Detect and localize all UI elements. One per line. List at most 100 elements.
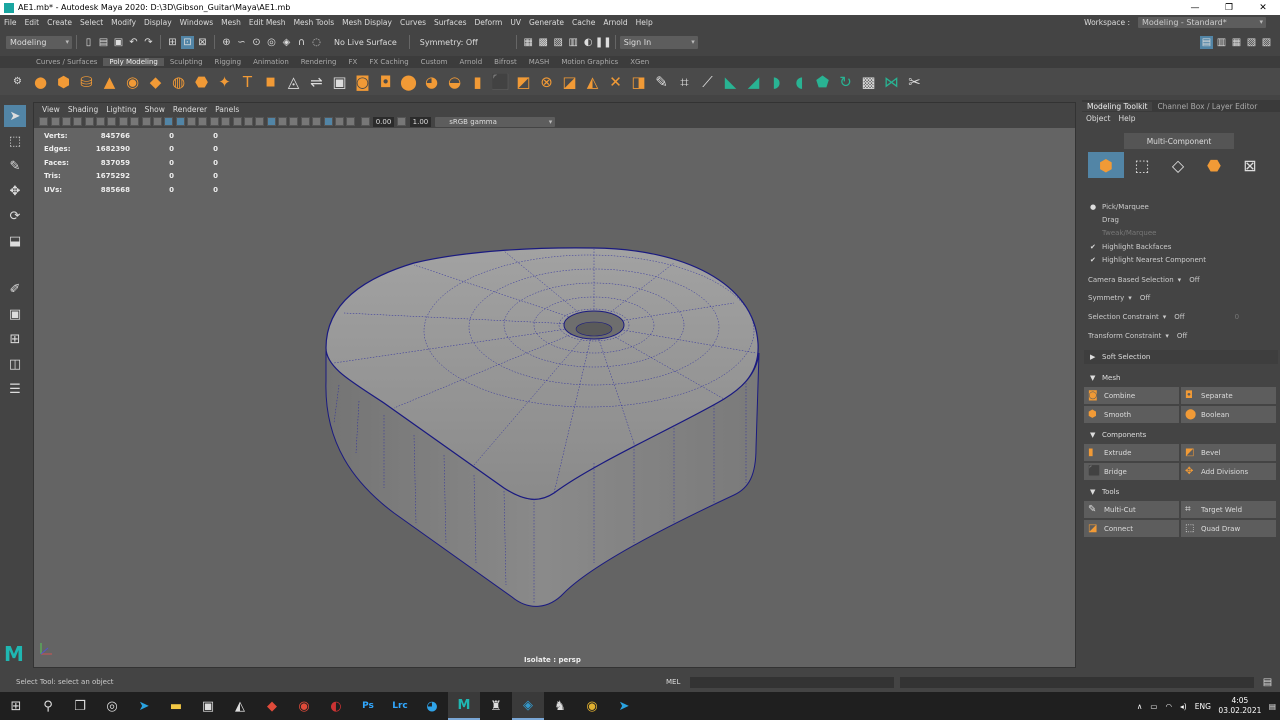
- script-editor-icon[interactable]: ▤: [1261, 676, 1274, 689]
- notifications-icon[interactable]: ▤: [1265, 702, 1280, 711]
- menu-help[interactable]: Help: [632, 18, 657, 27]
- close-button[interactable]: ✕: [1246, 3, 1280, 13]
- connect-button[interactable]: ◪ Connect: [1084, 520, 1179, 537]
- combine-shelf-icon[interactable]: ◙: [354, 73, 372, 91]
- photoshop-icon[interactable]: Ps: [352, 692, 384, 720]
- single-perspective-view-icon[interactable]: ▣: [4, 303, 26, 325]
- boolean-difference-icon[interactable]: ◕: [423, 73, 441, 91]
- tray-chevron-icon[interactable]: ∧: [1133, 702, 1147, 711]
- camera-based-selection-row[interactable]: Camera Based Selection ▾ Off: [1088, 276, 1276, 284]
- shelf-tab-poly-modeling[interactable]: Poly Modeling: [103, 58, 164, 66]
- svg-tool-icon[interactable]: ▆: [262, 73, 280, 91]
- red-app-icon[interactable]: ◆: [256, 692, 288, 720]
- pick-marquee-option[interactable]: ● Pick/Marquee: [1090, 203, 1149, 211]
- hypershade-icon[interactable]: ◐: [582, 36, 595, 49]
- vertex-mode-icon[interactable]: ⬚: [1124, 152, 1160, 178]
- separate-button[interactable]: ◘ Separate: [1181, 387, 1276, 404]
- menu-modify[interactable]: Modify: [107, 18, 140, 27]
- menu-display[interactable]: Display: [140, 18, 176, 27]
- select-object-icon[interactable]: ⊡: [181, 35, 194, 49]
- render-view-icon[interactable]: ▦: [522, 36, 535, 49]
- clock[interactable]: 4:05 03.02.2021: [1215, 696, 1265, 716]
- poly-cube-icon[interactable]: ⬢: [55, 73, 73, 91]
- boolean-intersection-icon[interactable]: ◒: [446, 73, 464, 91]
- shelf-tab-mash[interactable]: MASH: [523, 58, 556, 66]
- poly-plane-icon[interactable]: ◆: [147, 73, 165, 91]
- blue-app-icon[interactable]: ◈: [512, 692, 544, 720]
- task-view-icon[interactable]: ❐: [64, 692, 96, 720]
- mirror-icon[interactable]: ⇌: [308, 73, 326, 91]
- menu-mesh-display[interactable]: Mesh Display: [338, 18, 396, 27]
- mel-label[interactable]: MEL: [650, 678, 690, 686]
- shelf-tab-rigging[interactable]: Rigging: [209, 58, 248, 66]
- boolean-button[interactable]: ⬤ Boolean: [1181, 406, 1276, 423]
- highlight-nearest-checkbox[interactable]: ✔ Highlight Nearest Component: [1090, 256, 1206, 264]
- four-view-layout-icon[interactable]: ⊞: [4, 328, 26, 350]
- highlight-backfaces-checkbox[interactable]: ✔ Highlight Backfaces: [1090, 243, 1171, 251]
- fill-hole-icon[interactable]: ⊗: [538, 73, 556, 91]
- undo-icon[interactable]: ↶: [127, 36, 140, 49]
- bridge-button[interactable]: ⬛ Bridge: [1084, 463, 1179, 480]
- menu-generate[interactable]: Generate: [525, 18, 568, 27]
- quad-draw-button[interactable]: ⬚ Quad Draw: [1181, 520, 1276, 537]
- attribute-editor-icon[interactable]: ▥: [1215, 36, 1228, 49]
- menu-mesh-tools[interactable]: Mesh Tools: [290, 18, 339, 27]
- shelf-tab-custom[interactable]: Custom: [415, 58, 454, 66]
- tab-channel-box[interactable]: Channel Box / Layer Editor: [1152, 102, 1262, 111]
- select-tool-icon[interactable]: ➤: [4, 105, 26, 127]
- save-scene-icon[interactable]: ▣: [112, 36, 125, 49]
- collapse-icon[interactable]: ◨: [630, 73, 648, 91]
- multi-component-button[interactable]: Multi-Component: [1124, 133, 1234, 149]
- app-circle-icon[interactable]: ◎: [96, 692, 128, 720]
- render-settings-icon[interactable]: ▥: [567, 36, 580, 49]
- lightroom-icon[interactable]: Lrc: [384, 692, 416, 720]
- menu-create[interactable]: Create: [43, 18, 76, 27]
- tools-section[interactable]: ▼ Tools: [1084, 485, 1278, 499]
- toolkit-menu-object[interactable]: Object: [1082, 114, 1114, 123]
- snap-magnet-icon[interactable]: ∩: [295, 36, 308, 49]
- search-icon[interactable]: ⚲: [32, 692, 64, 720]
- menu-cache[interactable]: Cache: [568, 18, 599, 27]
- combine-button[interactable]: ◙ Combine: [1084, 387, 1179, 404]
- rotate-tool-icon[interactable]: ⟳: [4, 205, 26, 227]
- app-icon[interactable]: ▣: [192, 692, 224, 720]
- target-weld-shelf-icon[interactable]: ⌗: [676, 73, 694, 91]
- telegram-2-icon[interactable]: ➤: [608, 692, 640, 720]
- camera-uv-icon[interactable]: ⬟: [814, 73, 832, 91]
- smooth-proxy-icon[interactable]: ◬: [285, 73, 303, 91]
- outliner-layout-icon[interactable]: ☰: [4, 378, 26, 400]
- open-scene-icon[interactable]: ▤: [97, 36, 110, 49]
- menu-select[interactable]: Select: [76, 18, 107, 27]
- maximize-button[interactable]: ❐: [1212, 3, 1246, 13]
- volume-icon[interactable]: ◂): [1176, 702, 1191, 711]
- smooth-button[interactable]: ⬢ Smooth: [1084, 406, 1179, 423]
- viewport-persp[interactable]: View Shading Lighting Show Renderer Pane…: [33, 102, 1076, 668]
- bevel-button[interactable]: ◩ Bevel: [1181, 444, 1276, 461]
- mesh-section[interactable]: ▼ Mesh: [1084, 371, 1278, 385]
- mesh-model[interactable]: [34, 103, 1076, 668]
- uv-editor-icon[interactable]: ▩: [860, 73, 878, 91]
- unfold-uv-icon[interactable]: ↻: [837, 73, 855, 91]
- two-view-layout-icon[interactable]: ◫: [4, 353, 26, 375]
- snap-point-icon[interactable]: ⊙: [250, 36, 263, 49]
- soft-selection-section[interactable]: ▶ Soft Selection: [1084, 350, 1278, 364]
- snap-live-icon[interactable]: ◌: [310, 36, 323, 49]
- game-app-icon[interactable]: ♞: [544, 692, 576, 720]
- poly-torus-icon[interactable]: ◉: [124, 73, 142, 91]
- tab-modeling-toolkit[interactable]: Modeling Toolkit: [1082, 101, 1153, 111]
- multi-cut-button[interactable]: ✎ Multi-Cut: [1084, 501, 1179, 518]
- poly-sphere-icon[interactable]: ●: [32, 73, 50, 91]
- menu-windows[interactable]: Windows: [176, 18, 217, 27]
- tool-settings-icon[interactable]: ▦: [1230, 36, 1243, 49]
- snap-curve-icon[interactable]: ∽: [235, 36, 248, 49]
- minimize-button[interactable]: —: [1178, 3, 1212, 13]
- render-frame-icon[interactable]: ▩: [537, 36, 550, 49]
- selection-constraint-row[interactable]: Selection Constraint ▾ Off 0: [1088, 313, 1276, 321]
- object-mode-icon[interactable]: ⬢: [1088, 152, 1124, 178]
- wedge-icon[interactable]: ◭: [584, 73, 602, 91]
- snap-surface-icon[interactable]: ◈: [280, 36, 293, 49]
- shelf-tab-motion-graphics[interactable]: Motion Graphics: [555, 58, 624, 66]
- menu-mesh[interactable]: Mesh: [217, 18, 245, 27]
- menu-arnold[interactable]: Arnold: [599, 18, 631, 27]
- type-tool-icon[interactable]: T: [239, 73, 257, 91]
